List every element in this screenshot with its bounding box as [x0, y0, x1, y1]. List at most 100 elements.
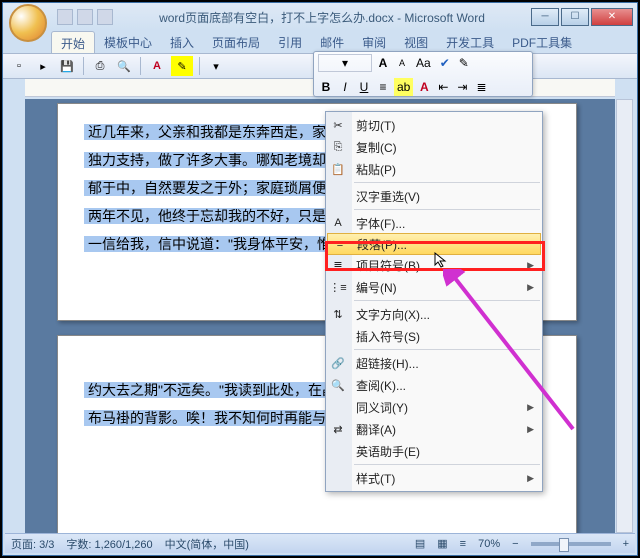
menu-item-icon: ≣: [330, 257, 346, 273]
menu-item-label: 插入符号(S): [356, 328, 420, 345]
menu-item-icon: 🔍: [330, 377, 346, 393]
font-family-dropdown[interactable]: ▾: [318, 54, 372, 72]
menu-item-label: 编号(N): [356, 279, 397, 296]
qat-undo-icon[interactable]: [77, 9, 93, 25]
preview-icon[interactable]: 🔍: [114, 56, 134, 76]
context-menu-item[interactable]: ⇅ 文字方向(X)...: [326, 303, 542, 325]
selected-text[interactable]: 布马褂的背影。唉！我不知何时再能与他: [84, 410, 344, 426]
tab-insert[interactable]: 插入: [161, 31, 203, 53]
context-menu-item[interactable]: 🔍 查阅(K)...: [326, 374, 542, 396]
qat-save-icon[interactable]: [57, 9, 73, 25]
menu-item-icon: [330, 443, 346, 459]
context-menu-item[interactable]: ≣ 项目符号(B) ▶: [326, 254, 542, 276]
menu-item-icon: ⋮≡: [330, 279, 346, 295]
view-web-icon[interactable]: ▦: [437, 537, 447, 550]
quick-access-toolbar: [57, 9, 113, 25]
zoom-level[interactable]: 70%: [478, 538, 500, 550]
selected-text[interactable]: 郁于中，自然要发之于外；家庭琐屑便往: [84, 180, 344, 196]
selected-text[interactable]: 一信给我，信中说道："我身体平安，惟: [84, 236, 335, 252]
center-align-icon[interactable]: ≡: [375, 78, 391, 96]
language-indicator[interactable]: 中文(简体，中国): [165, 536, 249, 552]
context-menu-item[interactable]: 汉字重选(V): [326, 185, 542, 207]
context-menu-item[interactable]: ≡ 段落(P)...: [327, 233, 541, 255]
menu-item-icon: ≡: [332, 236, 348, 252]
increase-indent-icon[interactable]: ⇥: [454, 78, 470, 96]
menu-item-icon: ⇅: [330, 306, 346, 322]
context-menu-item[interactable]: ⋮≡编号(N)▶: [326, 276, 542, 298]
open-icon[interactable]: ▸: [33, 56, 53, 76]
context-menu-item[interactable]: 样式(T)▶: [326, 467, 542, 489]
zoom-slider[interactable]: [531, 542, 611, 546]
decrease-indent-icon[interactable]: ⇤: [435, 78, 451, 96]
font-color-icon[interactable]: A: [416, 78, 432, 96]
tab-template[interactable]: 模板中心: [95, 31, 161, 53]
tab-layout[interactable]: 页面布局: [203, 31, 269, 53]
styles-icon[interactable]: ✔: [437, 54, 453, 72]
tab-mail[interactable]: 邮件: [311, 31, 353, 53]
ribbon-tabs: 开始 模板中心 插入 页面布局 引用 邮件 审阅 视图 开发工具 PDF工具集: [3, 31, 637, 53]
tab-view[interactable]: 视图: [395, 31, 437, 53]
view-outline-icon[interactable]: ≡: [460, 538, 466, 550]
page-indicator[interactable]: 页面: 3/3: [11, 536, 54, 552]
tab-pdf[interactable]: PDF工具集: [503, 31, 581, 53]
bold-icon[interactable]: B: [318, 78, 334, 96]
highlight-icon[interactable]: ✎: [171, 56, 193, 76]
context-menu-item[interactable]: 同义词(Y)▶: [326, 396, 542, 418]
menu-item-label: 项目符号(B): [356, 257, 420, 274]
vertical-scrollbar[interactable]: [616, 99, 633, 533]
change-case-icon[interactable]: Aa: [413, 54, 434, 72]
selected-text[interactable]: 两年不见，他终于忘却我的不好，只是惦: [84, 208, 344, 224]
selected-text[interactable]: 独力支持，做了许多大事。哪知老境却如: [84, 152, 344, 168]
menu-item-icon: [330, 399, 346, 415]
context-menu-item[interactable]: 🔗超链接(H)...: [326, 352, 542, 374]
context-menu-item[interactable]: A字体(F)...: [326, 212, 542, 234]
print-icon[interactable]: ⎙: [90, 56, 110, 76]
submenu-arrow-icon: ▶: [527, 402, 534, 413]
menu-item-label: 粘贴(P): [356, 161, 396, 178]
underline-icon[interactable]: U: [356, 78, 372, 96]
minimize-button[interactable]: ─: [531, 8, 559, 26]
bullets-icon[interactable]: ≣: [473, 78, 489, 96]
context-menu-item[interactable]: ⎘复制(C): [326, 136, 542, 158]
tab-dev[interactable]: 开发工具: [437, 31, 503, 53]
new-icon[interactable]: ▫: [9, 56, 29, 76]
context-menu-item[interactable]: 英语助手(E): [326, 440, 542, 462]
shrink-font-icon[interactable]: A: [394, 54, 410, 72]
tab-review[interactable]: 审阅: [353, 31, 395, 53]
tab-home[interactable]: 开始: [51, 31, 95, 53]
menu-item-icon: [330, 188, 346, 204]
tab-reference[interactable]: 引用: [269, 31, 311, 53]
context-menu-item[interactable]: ✂剪切(T): [326, 114, 542, 136]
format-painter-icon[interactable]: ✎: [456, 54, 472, 72]
font-color-icon[interactable]: A: [147, 56, 167, 76]
selected-text[interactable]: 约大去之期"不远矣。"我读到此处，在晶: [84, 382, 340, 398]
menu-item-icon: ✂: [330, 117, 346, 133]
paste-icon[interactable]: ▾: [206, 56, 226, 76]
maximize-button[interactable]: ☐: [561, 8, 589, 26]
view-print-icon[interactable]: ▤: [415, 537, 425, 550]
highlight-color-icon[interactable]: ab: [394, 78, 413, 96]
grow-font-icon[interactable]: A: [375, 54, 391, 72]
menu-item-label: 查阅(K)...: [356, 377, 406, 394]
zoom-in-button[interactable]: +: [623, 538, 629, 550]
word-count[interactable]: 字数: 1,260/1,260: [66, 536, 152, 552]
zoom-out-button[interactable]: −: [512, 538, 518, 550]
context-menu-item[interactable]: 📋粘贴(P): [326, 158, 542, 180]
context-menu-item[interactable]: ⇄翻译(A)▶: [326, 418, 542, 440]
context-menu: ✂剪切(T)⎘复制(C)📋粘贴(P) 汉字重选(V) A字体(F)... ≡ 段落(P)…: [325, 111, 543, 492]
menu-item-icon: [330, 328, 346, 344]
app-window: word页面底部有空白，打不上字怎么办.docx - Microsoft Wor…: [2, 2, 638, 556]
menu-item-icon: 🔗: [330, 355, 346, 371]
mini-toolbar: ▾ A A Aa ✔ ✎ B I U ≡ ab A ⇤ ⇥ ≣: [313, 51, 533, 97]
menu-item-label: 样式(T): [356, 470, 395, 487]
menu-item-label: 文字方向(X)...: [356, 306, 430, 323]
context-menu-item[interactable]: 插入符号(S): [326, 325, 542, 347]
save-icon[interactable]: 💾: [57, 56, 77, 76]
close-button[interactable]: ✕: [591, 8, 633, 26]
selected-text[interactable]: 近几年来，父亲和我都是东奔西走，家: [84, 124, 330, 140]
office-button[interactable]: [9, 4, 47, 42]
menu-item-label: 段落(P)...: [357, 236, 407, 253]
qat-redo-icon[interactable]: [97, 9, 113, 25]
italic-icon[interactable]: I: [337, 78, 353, 96]
submenu-arrow-icon: ▶: [527, 260, 534, 271]
